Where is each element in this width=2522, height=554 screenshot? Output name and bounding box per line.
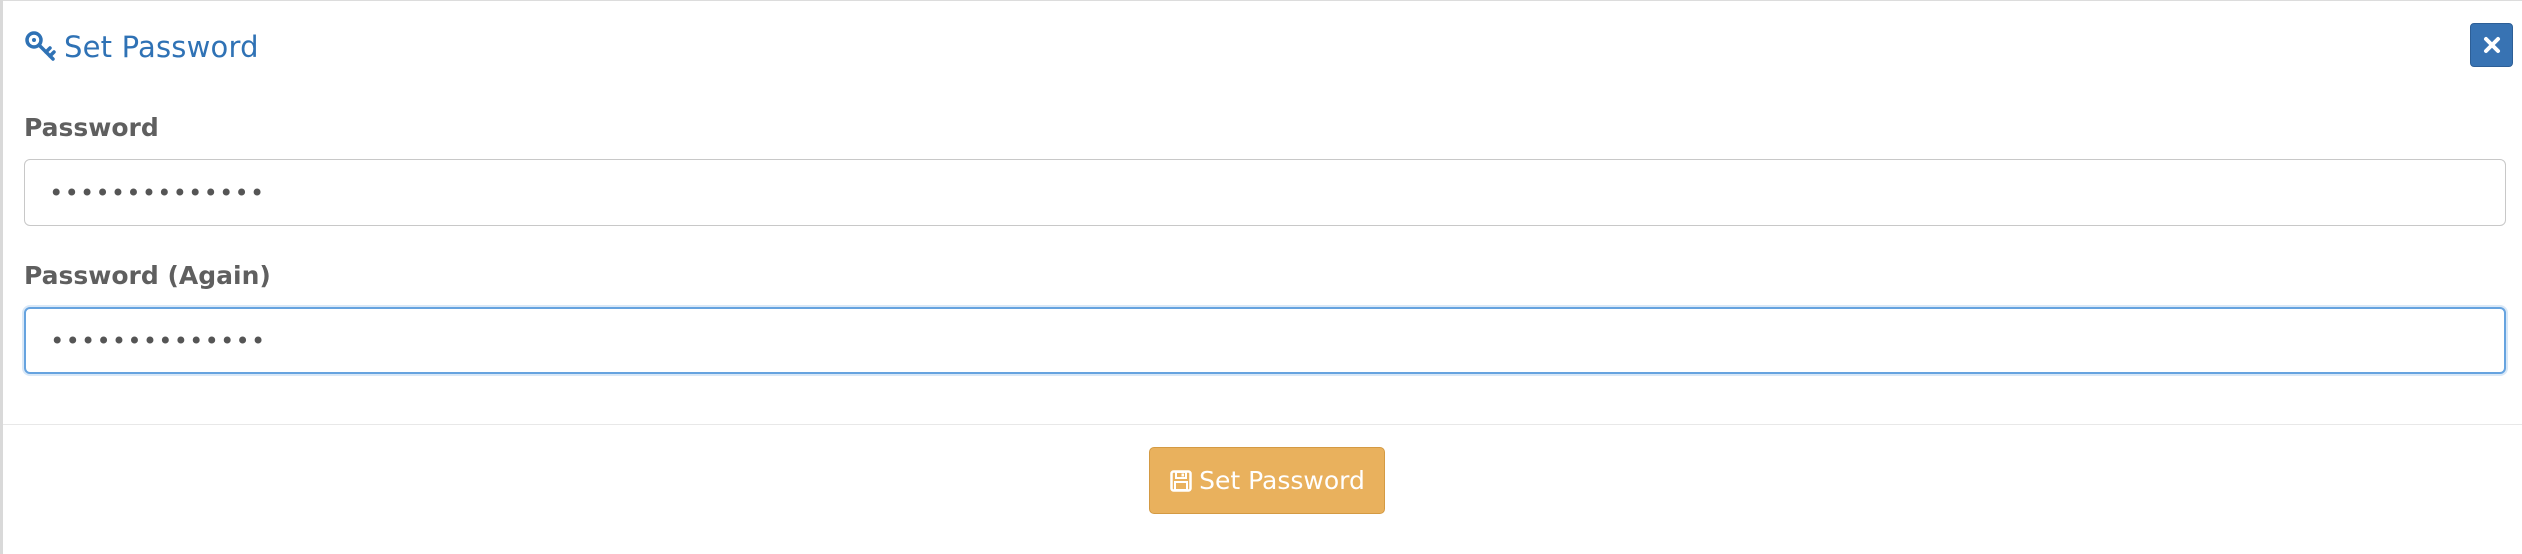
password-again-input[interactable] bbox=[24, 307, 2506, 374]
password-label: Password bbox=[24, 113, 159, 142]
set-password-modal: Set Password Password Password (Again) S… bbox=[3, 0, 2522, 554]
close-button[interactable] bbox=[2470, 23, 2513, 67]
set-password-button[interactable]: Set Password bbox=[1149, 447, 1385, 514]
modal-title-text: Set Password bbox=[64, 30, 259, 64]
modal-header: Set Password bbox=[3, 1, 2522, 91]
save-icon bbox=[1169, 469, 1193, 493]
password-input[interactable] bbox=[24, 159, 2506, 226]
key-icon bbox=[24, 30, 58, 64]
set-password-button-label: Set Password bbox=[1199, 466, 1365, 495]
modal-title: Set Password bbox=[24, 25, 259, 69]
password-again-label: Password (Again) bbox=[24, 261, 271, 290]
close-icon bbox=[2483, 37, 2500, 53]
footer-divider bbox=[3, 424, 2522, 425]
